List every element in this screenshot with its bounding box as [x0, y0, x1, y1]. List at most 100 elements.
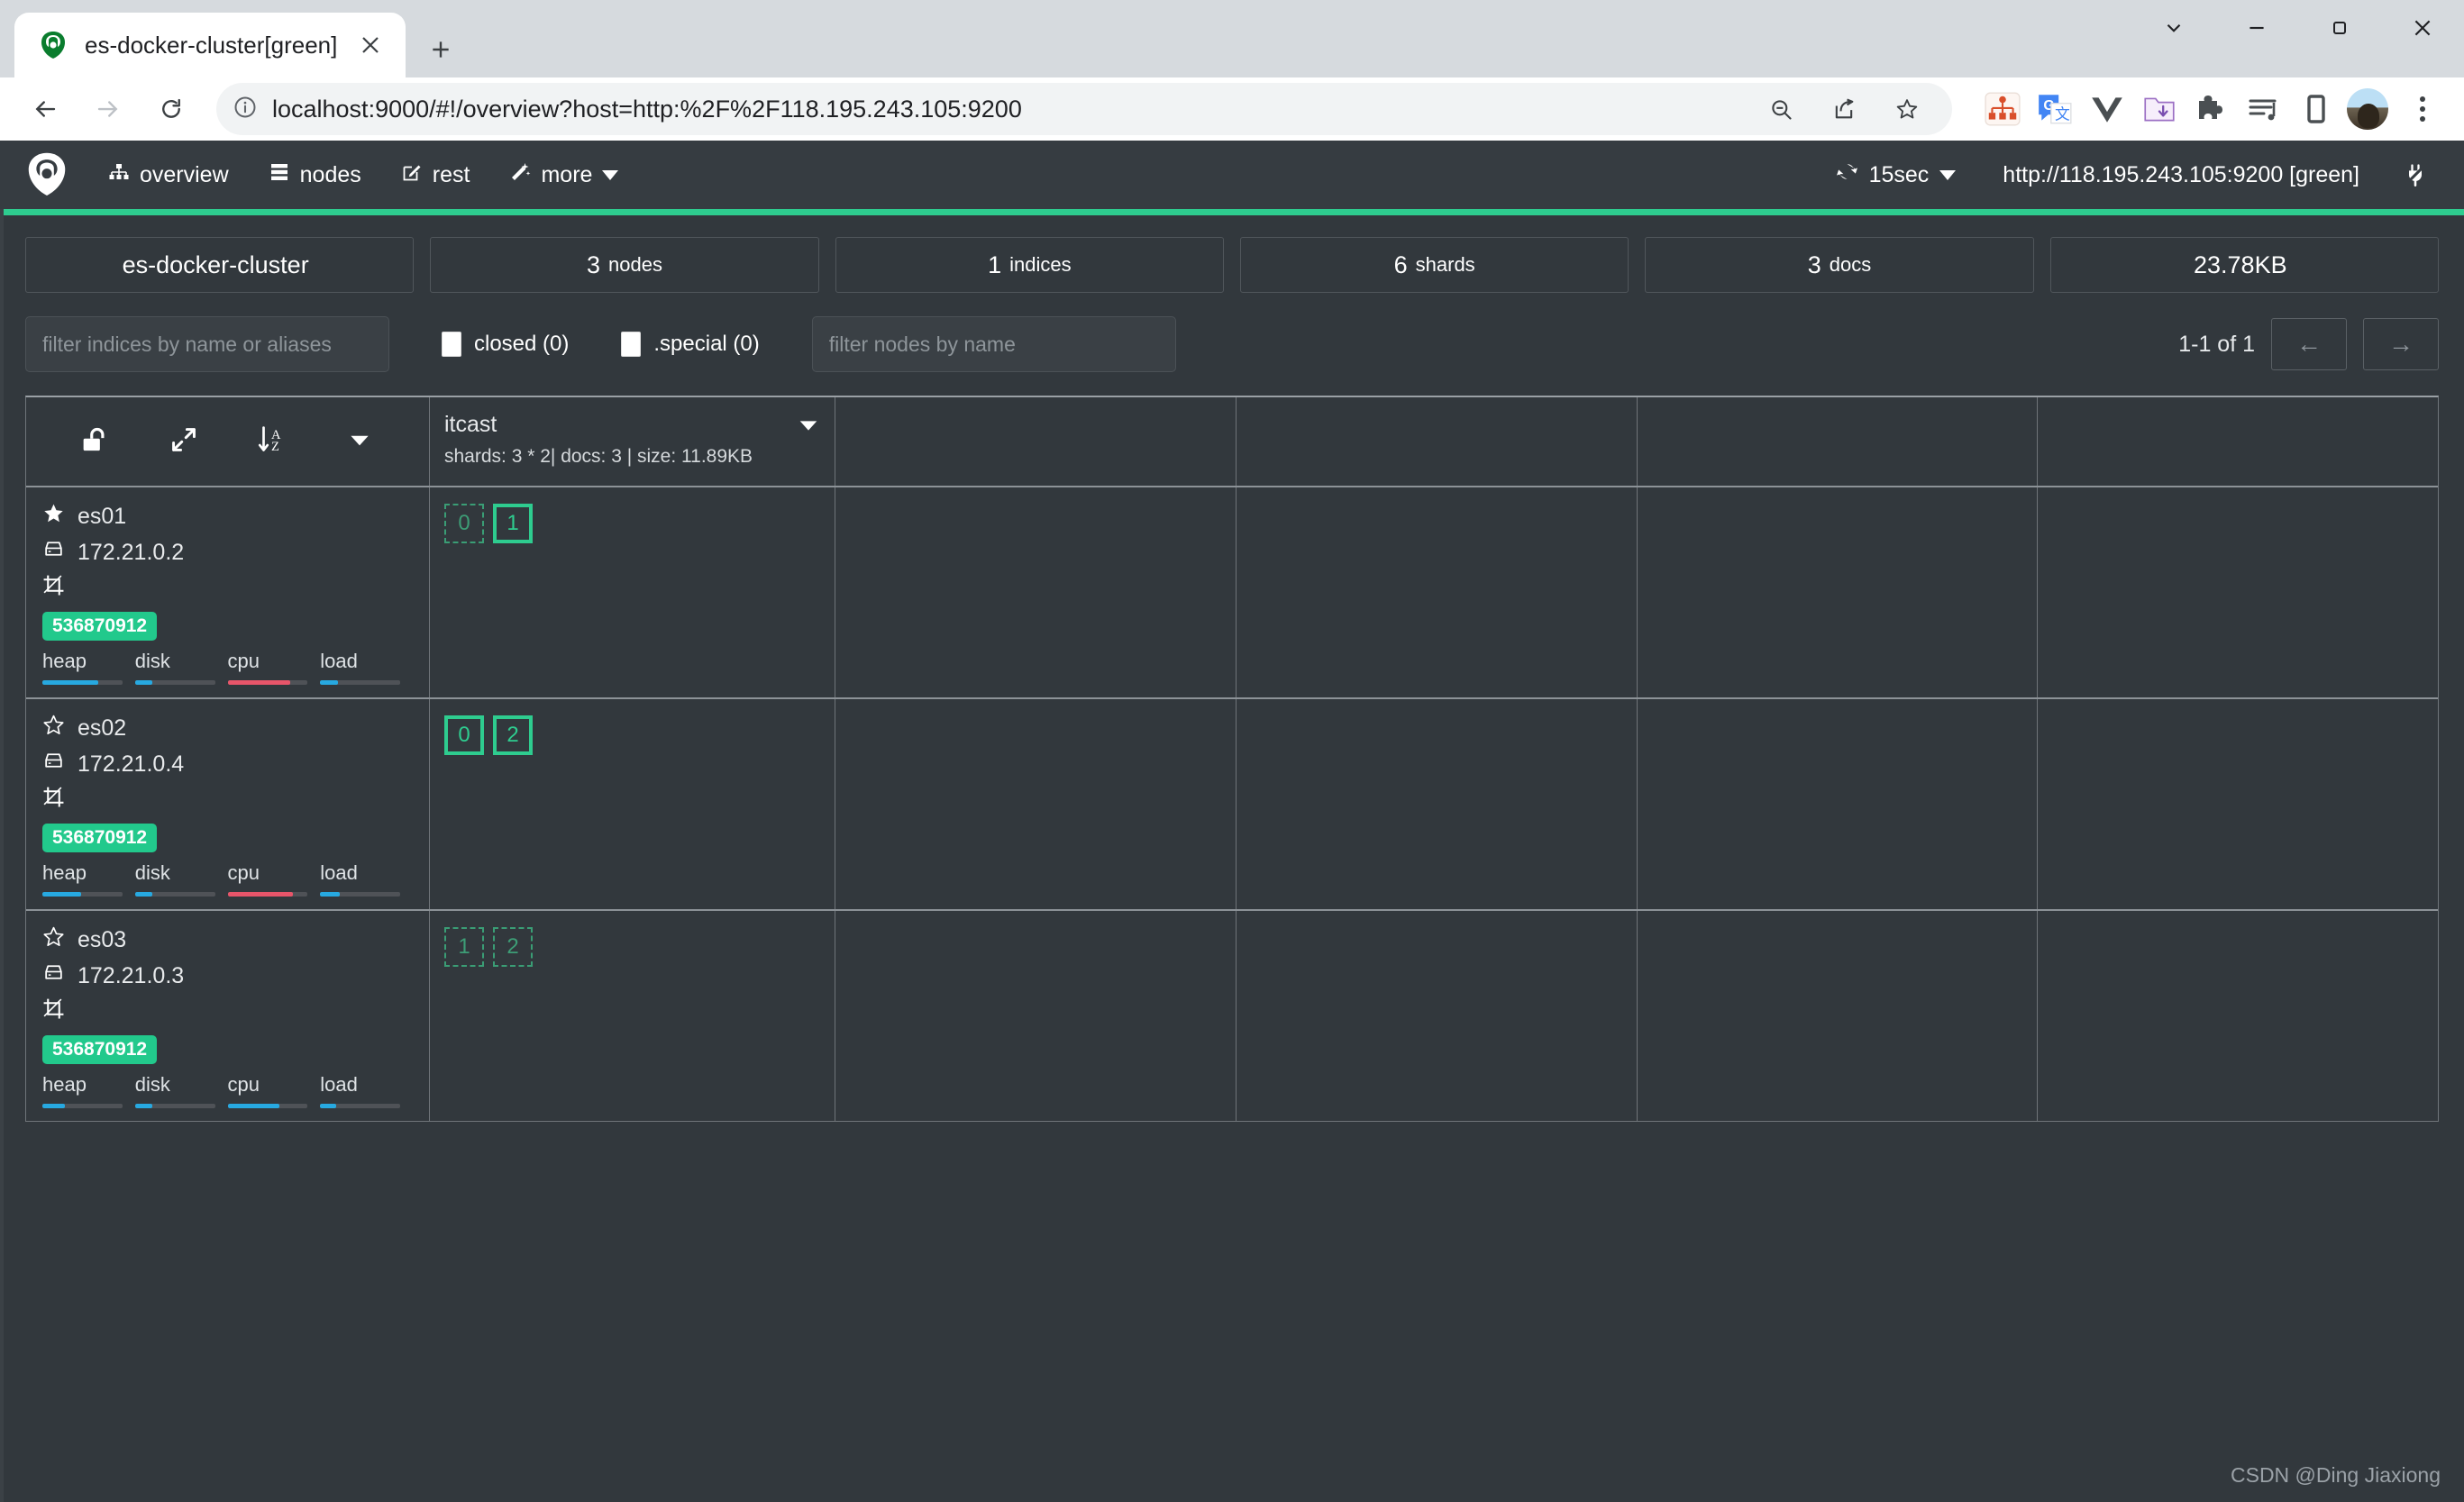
shard-primary[interactable]: 1: [493, 504, 533, 543]
metric-label: disk: [135, 650, 215, 673]
browser-toolbar: localhost:9000/#!/overview?host=http:%2F…: [0, 77, 2464, 141]
stat-indices: 1 indices: [835, 237, 1224, 293]
puzzle-extensions-icon[interactable]: [2190, 87, 2233, 131]
omnibox-actions: [1752, 80, 1936, 138]
metric-disk: disk: [135, 1073, 228, 1108]
stat-nodes: 3 nodes: [430, 237, 818, 293]
window-controls: [2132, 0, 2464, 56]
nodes-filter-input[interactable]: [812, 316, 1176, 372]
metric-heap: heap: [42, 650, 135, 685]
chevron-down-icon[interactable]: [315, 426, 404, 453]
node-crop-line: [42, 996, 413, 1028]
profile-avatar[interactable]: [2347, 88, 2388, 130]
metric-heap: heap: [42, 1073, 135, 1108]
grid-blank-header-1: [835, 397, 1237, 486]
nav-item-overview[interactable]: overview: [88, 150, 249, 200]
metric-bar: [320, 680, 400, 685]
new-tab-button[interactable]: [413, 22, 469, 77]
chevron-down-icon[interactable]: [797, 414, 820, 441]
unlock-icon[interactable]: [51, 424, 140, 455]
zoom-out-icon[interactable]: [1752, 80, 1810, 138]
address-bar[interactable]: localhost:9000/#!/overview?host=http:%2F…: [216, 83, 1952, 135]
site-info-icon[interactable]: [233, 95, 258, 124]
metric-fill: [42, 892, 81, 897]
reload-icon[interactable]: [142, 80, 200, 138]
browser-tab[interactable]: es-docker-cluster[green]: [14, 13, 406, 77]
metric-heap: heap: [42, 861, 135, 897]
shard-replica[interactable]: 1: [444, 927, 484, 967]
metric-fill: [228, 892, 294, 897]
cerebro-logo[interactable]: [20, 148, 74, 202]
google-translate-icon[interactable]: G 文: [2033, 87, 2076, 131]
metric-fill: [228, 1104, 280, 1108]
metric-bar: [135, 892, 215, 897]
grid-blank-cell: [1638, 699, 2039, 909]
shard-cell-es03-itcast: 1 2: [430, 911, 835, 1121]
indices-filter-input[interactable]: [25, 316, 389, 372]
download-folder-icon[interactable]: [2138, 87, 2181, 131]
shard-replica[interactable]: 2: [493, 927, 533, 967]
shard-primary[interactable]: 2: [493, 715, 533, 755]
pagination-prev-button[interactable]: ←: [2271, 318, 2347, 370]
playlist-music-icon[interactable]: [2242, 87, 2286, 131]
stat-value: 3: [1808, 251, 1821, 279]
stat-value: 3: [587, 251, 600, 279]
sort-az-icon[interactable]: A Z: [228, 424, 316, 455]
forward-icon[interactable]: [79, 80, 137, 138]
nav-item-nodes[interactable]: nodes: [249, 150, 381, 200]
minimize-icon[interactable]: [2215, 0, 2298, 56]
shard-list: 0 2: [444, 712, 820, 759]
special-indices-checkbox[interactable]: .special (0): [621, 332, 759, 357]
grid-blank-cell: [2038, 911, 2438, 1121]
cluster-host-label[interactable]: http://118.195.243.105:9200 [green]: [1976, 151, 2386, 199]
kebab-menu-icon[interactable]: [2397, 84, 2448, 134]
metric-fill: [135, 680, 153, 685]
nav-item-more[interactable]: more: [489, 150, 638, 200]
stat-unit: docs: [1830, 253, 1871, 277]
node-crop-line: [42, 572, 413, 605]
metric-fill: [42, 1104, 65, 1108]
closed-indices-checkbox[interactable]: closed (0): [442, 332, 569, 357]
crop-icon: [42, 574, 65, 603]
refresh-interval-selector[interactable]: 15sec: [1816, 150, 1976, 200]
shard-list: 0 1: [444, 500, 820, 547]
node-ip-line: 172.21.0.2: [42, 536, 413, 569]
pagination-next-button[interactable]: →: [2363, 318, 2439, 370]
maximize-icon[interactable]: [2298, 0, 2381, 56]
metric-label: disk: [135, 1073, 215, 1097]
tab-search-chevron-icon[interactable]: [2132, 0, 2215, 56]
shard-replica[interactable]: 0: [444, 504, 484, 543]
shard-primary[interactable]: 0: [444, 715, 484, 755]
nav-label-nodes: nodes: [300, 162, 361, 188]
sitemap-extension-icon[interactable]: [1981, 87, 2024, 131]
checkbox-box[interactable]: [621, 332, 641, 357]
reading-list-icon[interactable]: [2295, 87, 2338, 131]
grid-blank-cell: [835, 699, 1237, 909]
bookmark-star-icon[interactable]: [1878, 80, 1936, 138]
metric-bar: [135, 680, 215, 685]
share-icon[interactable]: [1815, 80, 1873, 138]
grid-blank-cell: [2038, 699, 2438, 909]
hdd-icon: [42, 750, 65, 778]
back-icon[interactable]: [16, 80, 74, 138]
expand-arrows-icon[interactable]: [140, 425, 228, 454]
metric-label: disk: [135, 861, 215, 885]
index-header-itcast[interactable]: itcast shards: 3 * 2| docs: 3 | size: 11…: [430, 397, 835, 486]
stat-unit: nodes: [608, 253, 662, 277]
tab-close-icon[interactable]: [353, 28, 388, 62]
special-label: .special (0): [653, 332, 759, 357]
hdd-icon: [42, 538, 65, 567]
vue-devtools-icon[interactable]: [2085, 87, 2129, 131]
plug-icon[interactable]: [2386, 151, 2444, 198]
node-ip: 172.21.0.3: [78, 963, 184, 989]
node-crop-line: [42, 784, 413, 816]
node-ip: 172.21.0.2: [78, 540, 184, 566]
metric-label: heap: [42, 650, 123, 673]
close-window-icon[interactable]: [2381, 0, 2464, 56]
node-name-line: es01: [42, 500, 413, 533]
nav-item-rest[interactable]: rest: [381, 150, 490, 200]
shard-cell-es01-itcast: 0 1: [430, 487, 835, 697]
checkbox-box[interactable]: [442, 332, 461, 357]
grid-blank-cell: [1638, 487, 2039, 697]
cerebro-app: overview nodes: [0, 141, 2464, 1502]
